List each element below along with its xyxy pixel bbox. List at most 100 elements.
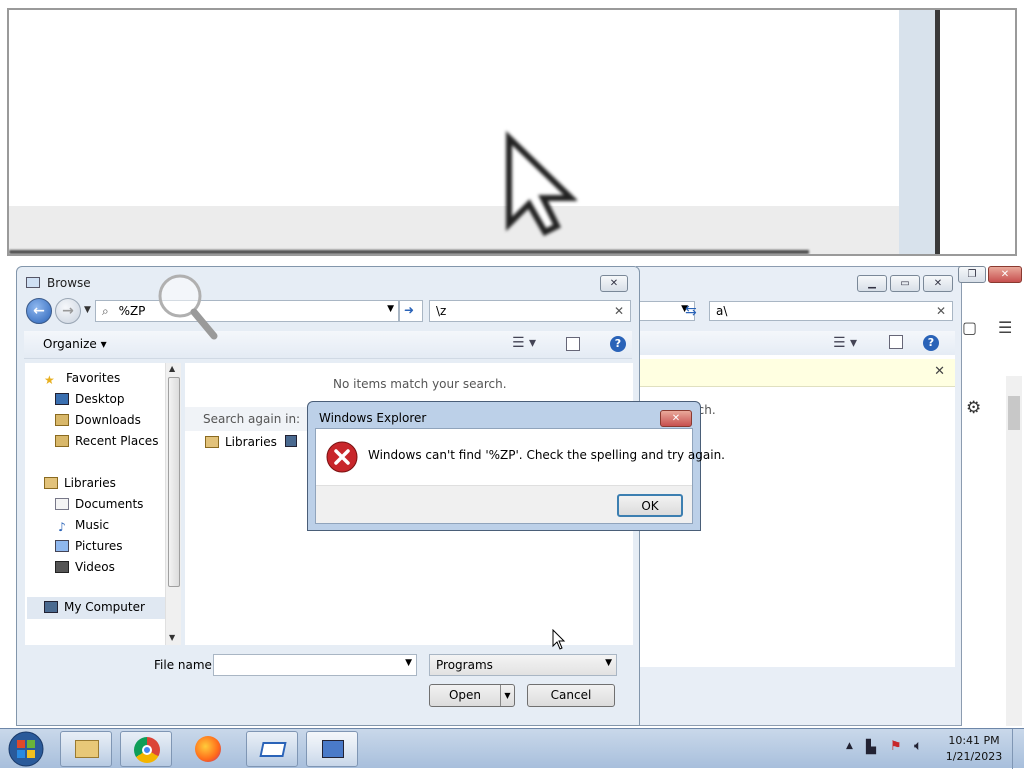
search-icon: ⌕ <box>102 304 109 318</box>
dialog-title: Browse <box>47 276 91 290</box>
browser-scrollbar[interactable] <box>1006 376 1022 726</box>
clock-time: 10:41 PM <box>948 734 1000 747</box>
network-icon <box>322 740 344 758</box>
scroll-down-icon[interactable]: ▼ <box>169 633 175 642</box>
libraries-icon <box>44 477 58 489</box>
organize-button[interactable]: Organize ▾ <box>43 337 107 351</box>
folder-icon <box>75 740 99 758</box>
preview-pane-icon[interactable] <box>889 335 903 349</box>
background-browser: ❐ ✕ ▢ ☰ ⚙ <box>958 266 1024 728</box>
no-items-text: No items match your search. <box>333 377 507 391</box>
taskbar-run-dialog[interactable] <box>246 731 298 767</box>
magnified-cursor-icon <box>506 130 577 236</box>
open-button[interactable]: Open ▼ <box>429 684 515 707</box>
show-desktop-button[interactable] <box>1012 729 1024 769</box>
pictures-icon <box>55 540 69 552</box>
magnifier-icon[interactable] <box>158 274 220 342</box>
restore-button[interactable]: ❐ <box>958 266 986 283</box>
open-split-dropdown-icon[interactable]: ▼ <box>500 685 514 706</box>
firefox-icon <box>195 736 221 762</box>
show-hidden-icons[interactable]: ▲ <box>846 741 853 751</box>
nav-documents[interactable]: Documents <box>55 497 143 511</box>
file-type-dropdown-icon[interactable]: ▼ <box>605 658 612 668</box>
scroll-thumb[interactable] <box>168 377 180 587</box>
search-input[interactable]: a\ ✕ <box>709 301 953 321</box>
videos-icon <box>55 561 69 573</box>
file-name-input[interactable]: ▼ <box>213 654 417 676</box>
volume-icon[interactable]: 🔈︎ <box>914 738 922 754</box>
minimize-button[interactable]: ▁ <box>857 275 887 292</box>
help-icon[interactable]: ? <box>610 336 626 352</box>
documents-icon <box>55 498 69 510</box>
action-center-icon[interactable]: ⚑ <box>890 739 902 754</box>
libraries-icon <box>205 436 219 448</box>
mouse-cursor-icon <box>552 629 566 650</box>
taskbar-file-explorer[interactable] <box>60 731 112 767</box>
close-button[interactable]: ✕ <box>923 275 953 292</box>
gear-icon[interactable]: ⚙ <box>966 398 981 418</box>
nav-my-computer[interactable]: My Computer <box>27 597 165 619</box>
views-icon[interactable]: ☰ ▾ <box>512 335 536 351</box>
recent-pages-dropdown[interactable]: ▼ <box>84 305 91 315</box>
computer-icon[interactable] <box>285 435 297 447</box>
maximize-button[interactable]: ▭ <box>890 275 920 292</box>
taskbar-network-app[interactable] <box>306 731 358 767</box>
search-input[interactable]: \z ✕ <box>429 300 631 322</box>
cancel-button[interactable]: Cancel <box>527 684 615 707</box>
toolbar: Organize ▾ ☰ ▾ ? <box>24 331 632 359</box>
views-icon[interactable]: ☰ ▾ <box>833 335 857 351</box>
nav-pictures[interactable]: Pictures <box>55 539 123 553</box>
error-icon <box>326 441 358 473</box>
taskbar: ▲ ▙ ⚑ 🔈︎ 10:41 PM 1/21/2023 <box>0 728 1024 769</box>
music-icon: ♪ <box>58 520 66 534</box>
nav-music[interactable]: ♪ Music <box>55 518 109 534</box>
chrome-icon <box>134 737 160 763</box>
magnifier-view <box>7 8 1017 256</box>
scroll-up-icon[interactable]: ▲ <box>169 364 175 373</box>
nav-recent-places[interactable]: Recent Places <box>55 434 158 448</box>
search-again-libraries[interactable]: Libraries <box>205 435 277 449</box>
back-button[interactable]: ← <box>26 298 52 324</box>
file-name-dropdown-icon[interactable]: ▼ <box>405 658 412 668</box>
ok-button[interactable]: OK <box>617 494 683 517</box>
nav-libraries[interactable]: Libraries <box>44 476 116 490</box>
error-message: Windows can't find '%ZP'. Check the spel… <box>368 448 725 462</box>
nav-videos[interactable]: Videos <box>55 560 115 574</box>
search-again-label: Search again in: <box>203 412 301 426</box>
nav-scrollbar[interactable]: ▲ ▼ <box>165 363 181 645</box>
close-button[interactable]: ✕ <box>600 275 628 292</box>
menu-icon[interactable]: ☰ <box>998 318 1012 337</box>
clock[interactable]: 10:41 PM 1/21/2023 <box>944 733 1004 765</box>
file-type-select[interactable]: Programs ▼ <box>429 654 617 676</box>
nav-favorites[interactable]: ★ Favorites <box>44 371 120 387</box>
page-icon[interactable]: ▢ <box>962 318 977 337</box>
error-dialog-title: Windows Explorer <box>319 411 427 425</box>
nav-downloads[interactable]: Downloads <box>55 413 141 427</box>
downloads-icon <box>55 414 69 426</box>
browser-close-button[interactable]: ✕ <box>988 266 1022 283</box>
dialog-app-icon <box>26 277 40 288</box>
error-dialog: Windows Explorer ✕ Windows can't find '%… <box>307 401 725 531</box>
desktop-icon <box>55 393 69 405</box>
navigation-pane: ★ Favorites Desktop Downloads Recent Plac… <box>25 363 181 645</box>
go-button[interactable]: ➜ <box>399 300 423 322</box>
clear-search-icon[interactable]: ✕ <box>614 304 624 318</box>
forward-button[interactable]: → <box>55 298 81 324</box>
close-infobar-icon[interactable]: ✕ <box>934 364 945 379</box>
clear-search-icon[interactable]: ✕ <box>936 304 946 318</box>
address-dropdown-icon[interactable]: ▼ <box>387 304 394 314</box>
taskbar-chrome[interactable] <box>120 731 172 767</box>
start-button-icon[interactable] <box>6 730 46 768</box>
network-tray-icon[interactable]: ▙ <box>866 740 876 755</box>
computer-icon <box>44 601 58 613</box>
taskbar-firefox[interactable] <box>184 731 232 767</box>
error-close-button[interactable]: ✕ <box>660 410 692 427</box>
help-icon[interactable]: ? <box>923 335 939 351</box>
refresh-icon[interactable]: ⇆ <box>685 303 697 319</box>
file-name-label: File name: <box>154 658 216 672</box>
preview-pane-icon[interactable] <box>566 337 580 351</box>
info-bar: ✕ <box>637 359 955 387</box>
nav-desktop[interactable]: Desktop <box>55 392 125 406</box>
address-bar[interactable]: ⌕ %ZP ▼ <box>95 300 399 322</box>
run-icon <box>259 742 287 757</box>
